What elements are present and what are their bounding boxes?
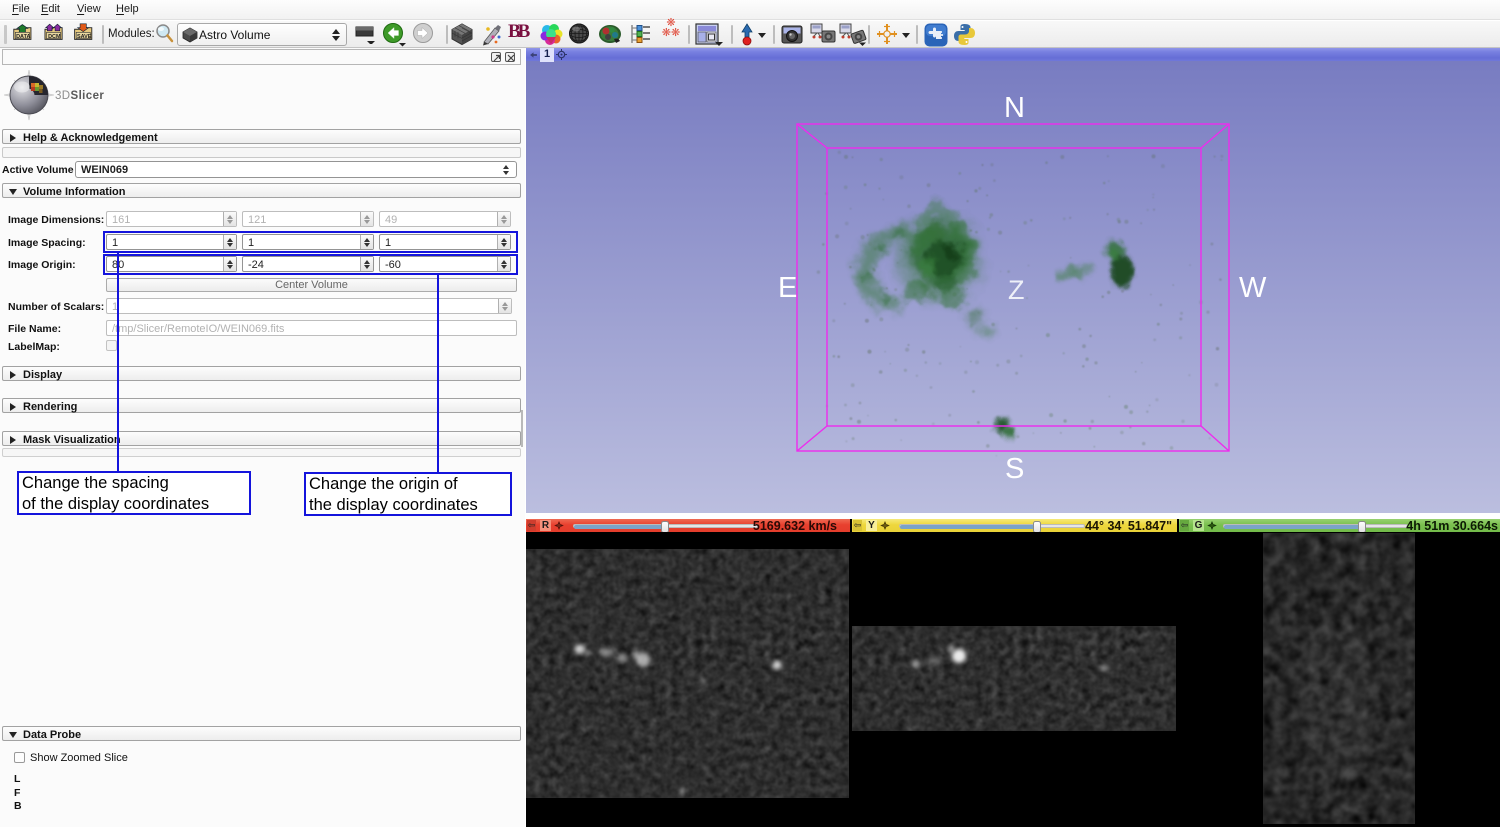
svg-text:DCM: DCM bbox=[48, 34, 61, 40]
svg-text:SAVE: SAVE bbox=[77, 34, 92, 40]
svg-text:3DSlicer: 3DSlicer bbox=[55, 90, 104, 102]
svg-text:DATA: DATA bbox=[16, 34, 30, 40]
